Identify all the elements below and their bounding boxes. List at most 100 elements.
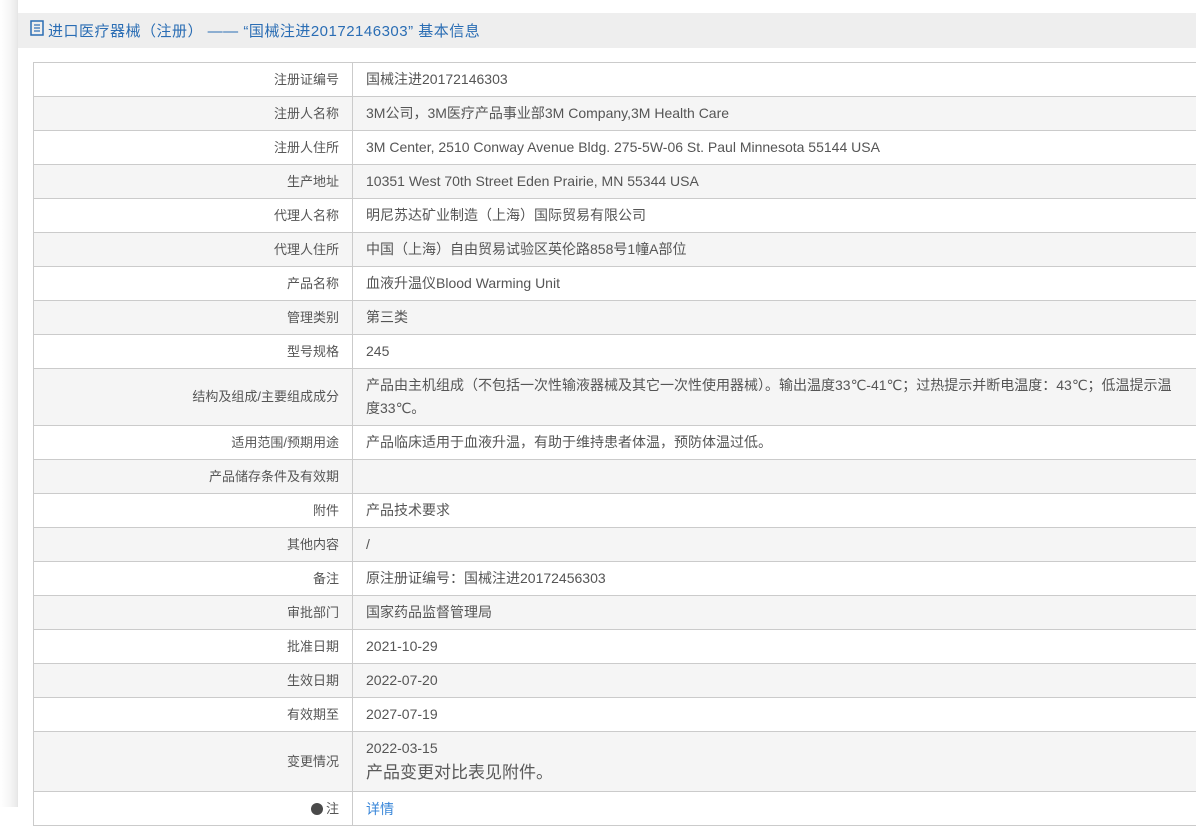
row-value-text: 3M公司，3M医疗产品事业部3M Company,3M Health Care [366,105,730,121]
row-label-text: 型号规格 [286,343,339,359]
row-label-text: 生效日期 [286,672,339,688]
row-label: 产品名称 [34,267,353,300]
row-label: 批准日期 [34,630,353,663]
row-value-text: 明尼苏达矿业制造（上海）国际贸易有限公司 [366,207,646,223]
row-label-text: 管理类别 [286,309,339,325]
row-label: 其他内容 [34,528,353,561]
table-row: 生产地址 10351 West 70th Street Eden Prairie,… [34,165,1196,199]
table-row: 注册人名称 3M公司，3M医疗产品事业部3M Company,3M Health … [34,97,1196,131]
row-value-text: 10351 West 70th Street Eden Prairie, MN … [366,173,699,189]
row-value-text: 产品临床适用于血液升温，有助于维持患者体温，预防体温过低。 [366,434,772,450]
row-label-text: 注册人名称 [273,105,339,121]
row-label: 代理人住所 [34,233,353,266]
row-label: 附件 [34,494,353,527]
registration-info-table: 注册证编号 国械注进20172146303 注册人名称 3M公司，3M医疗产品事业部3… [33,62,1196,826]
row-label-text: 结构及组成/主要组成成分 [192,389,339,404]
table-row: 审批部门 国家药品监督管理局 [34,596,1196,630]
row-label: 注册人名称 [34,97,353,130]
table-row: 管理类别 第三类 [34,301,1196,335]
row-label: 代理人名称 [34,199,353,232]
row-value-text: 2021-10-29 [366,638,438,654]
row-label: 产品储存条件及有效期 [34,460,353,493]
row-value-line: 产品变更对比表见附件。 [366,763,553,782]
row-value-text: 2027-07-19 [366,706,438,722]
row-value: 245 [353,335,1196,368]
row-value: 2022-07-20 [353,664,1196,697]
table-row: 型号规格 245 [34,335,1196,369]
table-row: 注册证编号 国械注进20172146303 [34,63,1196,97]
row-value-text: / [366,536,370,552]
row-value-text: 产品技术要求 [366,502,450,518]
row-value-text: 国家药品监督管理局 [366,604,492,620]
row-label: 型号规格 [34,335,353,368]
row-label-text: 生产地址 [286,173,339,189]
row-value: 10351 West 70th Street Eden Prairie, MN … [353,165,1196,198]
row-value: 产品技术要求 [353,494,1196,527]
page-title: 进口医疗器械（注册） —— “国械注进20172146303” 基本信息 [48,23,481,40]
table-row: 代理人名称 明尼苏达矿业制造（上海）国际贸易有限公司 [34,199,1196,233]
row-label: 结构及组成/主要组成成分 [34,369,353,425]
row-value: 血液升温仪Blood Warming Unit [353,267,1196,300]
row-label-text: 适用范围/预期用途 [231,434,339,450]
row-label: 备注 [34,562,353,595]
row-value-text: 血液升温仪Blood Warming Unit [366,275,560,291]
row-label-text: 批准日期 [286,638,339,654]
row-label: 注册人住所 [34,131,353,164]
row-value-text: 第三类 [366,309,408,325]
row-value-text: 3M Center, 2510 Conway Avenue Bldg. 275-… [366,139,880,155]
row-label-text: 变更情况 [286,753,339,769]
row-value-text: 产品由主机组成（不包括一次性输液器械及其它一次性使用器械）。输出温度33℃-41… [366,377,1172,416]
page-left-gutter [0,0,18,807]
row-value: 中国（上海）自由贸易试验区英伦路858号1幢A部位 [353,233,1196,266]
row-value: 2021-10-29 [353,630,1196,663]
row-value: 原注册证编号：国械注进20172456303 [353,562,1196,595]
row-label-text: 产品储存条件及有效期 [208,468,339,484]
table-row: 结构及组成/主要组成成分 产品由主机组成（不包括一次性输液器械及其它一次性使用器械… [34,369,1196,426]
row-value: 3M公司，3M医疗产品事业部3M Company,3M Health Care [353,97,1196,130]
table-row: 注册人住所 3M Center, 2510 Conway Avenue Bldg.… [34,131,1196,165]
row-value-text: 原注册证编号：国械注进20172456303 [366,570,606,586]
page-header: 进口医疗器械（注册） —— “国械注进20172146303” 基本信息 [18,13,1196,48]
table-row: 变更情况 2022-03-15 产品变更对比表见附件。 [34,732,1196,792]
row-value: / [353,528,1196,561]
row-value: 3M Center, 2510 Conway Avenue Bldg. 275-… [353,131,1196,164]
row-value: 2022-03-15 产品变更对比表见附件。 [353,732,1196,791]
row-label-text: 代理人名称 [273,207,339,223]
table-row: 适用范围/预期用途 产品临床适用于血液升温，有助于维持患者体温，预防体温过低。 [34,426,1196,460]
row-value-text: 中国（上海）自由贸易试验区英伦路858号1幢A部位 [366,241,687,257]
row-value: 国家药品监督管理局 [353,596,1196,629]
row-value: 第三类 [353,301,1196,334]
row-value: 明尼苏达矿业制造（上海）国际贸易有限公司 [353,199,1196,232]
table-row: 附件 产品技术要求 [34,494,1196,528]
row-label: 审批部门 [34,596,353,629]
row-label-text: 产品名称 [286,275,339,291]
row-value: 详情 [353,792,1196,825]
row-label: 注册证编号 [34,63,353,96]
row-value-text: 2022-07-20 [366,672,438,688]
row-label: 管理类别 [34,301,353,334]
table-row: 有效期至 2027-07-19 [34,698,1196,732]
table-row: 其他内容 / [34,528,1196,562]
row-label-text: 其他内容 [286,536,339,552]
row-value: 2027-07-19 [353,698,1196,731]
document-icon [30,20,44,41]
row-label-text: 注 [325,800,339,816]
row-label: 生效日期 [34,664,353,697]
row-label-text: 有效期至 [286,706,339,722]
row-label-text: 备注 [312,570,339,586]
table-row: 生效日期 2022-07-20 [34,664,1196,698]
row-value: 产品由主机组成（不包括一次性输液器械及其它一次性使用器械）。输出温度33℃-41… [353,369,1196,425]
table-row: 批准日期 2021-10-29 [34,630,1196,664]
row-label-text: 审批部门 [286,604,339,620]
detail-link[interactable]: 详情 [366,798,1183,820]
table-row: 产品名称 血液升温仪Blood Warming Unit [34,267,1196,301]
table-row: 产品储存条件及有效期 [34,460,1196,494]
row-label-text: 注册人住所 [273,139,339,155]
table-row: 备注 原注册证编号：国械注进20172456303 [34,562,1196,596]
row-label-text: 附件 [312,502,339,518]
table-row: 注 详情 [34,792,1196,826]
row-label: 注 [34,792,353,825]
content-panel: 进口医疗器械（注册） —— “国械注进20172146303” 基本信息 注册证… [18,0,1196,826]
row-value-text: 245 [366,343,390,359]
row-label-text: 代理人住所 [273,241,339,257]
